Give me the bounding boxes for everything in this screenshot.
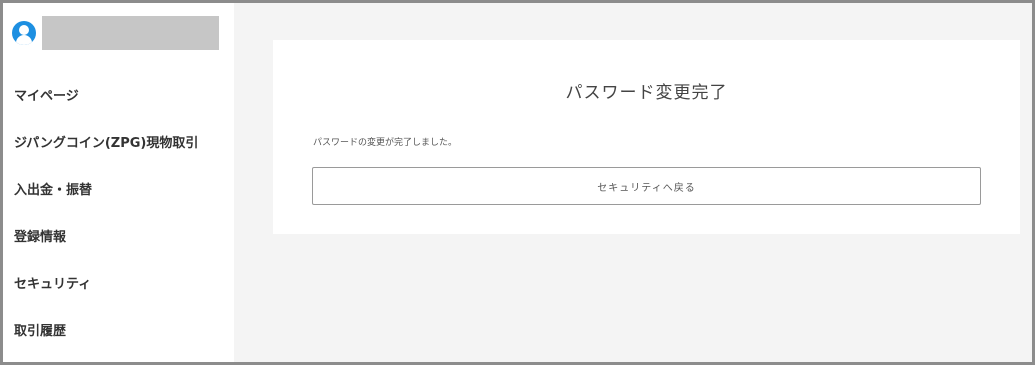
sidebar: マイページ ジパングコイン(ZPG)現物取引 入出金・振替 登録情報 セキュリテ… <box>3 3 234 362</box>
completion-message: パスワードの変更が完了しました。 <box>313 138 458 148</box>
sidebar-item-trade-history[interactable]: 取引履歴 <box>3 308 234 355</box>
sidebar-item-zpg-trading[interactable]: ジパングコイン(ZPG)現物取引 <box>3 120 234 167</box>
avatar-body <box>16 35 32 45</box>
sidebar-item-deposit-withdrawal[interactable]: 入出金・振替 <box>3 167 234 214</box>
sidebar-nav: マイページ ジパングコイン(ZPG)現物取引 入出金・振替 登録情報 セキュリテ… <box>3 73 234 355</box>
avatar-head <box>19 25 29 35</box>
app-window: マイページ ジパングコイン(ZPG)現物取引 入出金・振替 登録情報 セキュリテ… <box>0 0 1035 365</box>
page-title: パスワード変更完了 <box>565 83 728 103</box>
sidebar-item-registration-info[interactable]: 登録情報 <box>3 214 234 261</box>
back-to-security-button[interactable]: セキュリティへ戻る <box>312 167 981 205</box>
redacted-username <box>42 16 219 50</box>
sidebar-item-mypage[interactable]: マイページ <box>3 73 234 120</box>
user-avatar-icon <box>12 21 36 45</box>
sidebar-item-security[interactable]: セキュリティ <box>3 261 234 308</box>
user-info <box>12 16 219 50</box>
password-change-complete-card: パスワード変更完了 パスワードの変更が完了しました。 セキュリティへ戻る <box>273 40 1020 234</box>
